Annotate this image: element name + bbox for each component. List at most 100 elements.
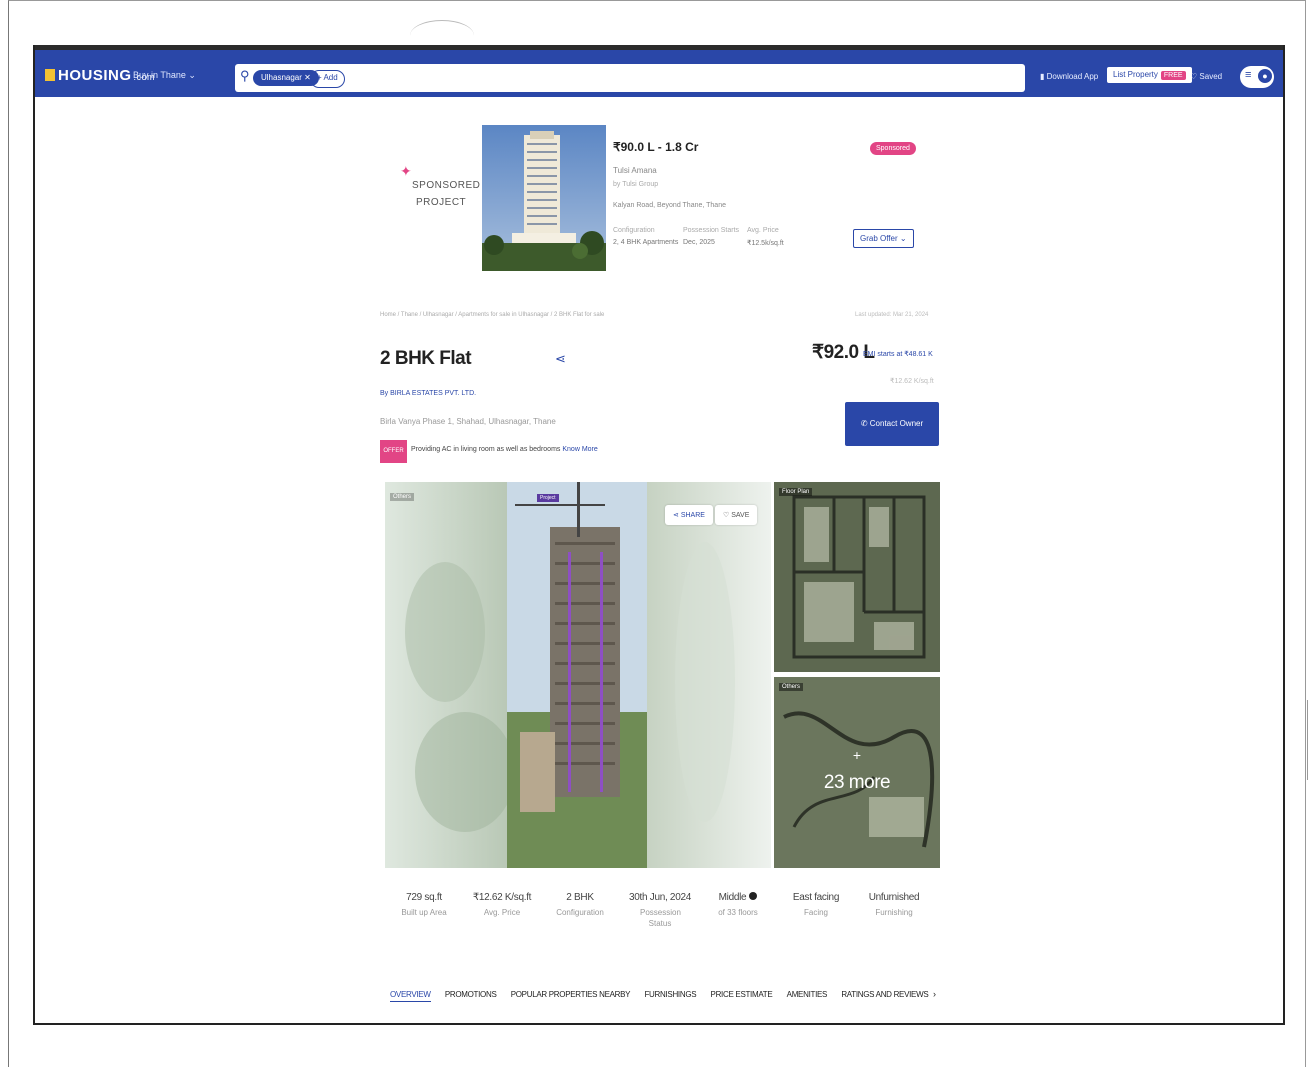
hamburger-icon: ≡ [1245,69,1252,81]
section-tabs: OVERVIEW PROMOTIONS POPULAR PROPERTIES N… [390,990,940,1002]
search-icon: ⚲ [240,68,250,83]
account-menu[interactable]: ≡ ● [1240,66,1274,88]
locality-chip[interactable]: Ulhasnagar ✕ [253,70,319,86]
fact-value-wrap: Middle [703,892,773,903]
sponsored-project-label: ✦ SPONSORED PROJECT [400,163,490,208]
fact-facing: East facing Facing [781,892,851,918]
sponsored-project-name[interactable]: Tulsi Amana [613,166,657,175]
free-badge: FREE [1160,71,1186,80]
sponsored-project-developer: by Tulsi Group [613,181,659,188]
stat-key: Avg. Price [747,227,779,234]
add-locality-chip[interactable]: + Add [310,70,345,88]
info-icon[interactable] [749,892,758,900]
key-facts-row: 729 sq.ft Built up Area ₹12.62 K/sq.ft A… [385,892,941,942]
sparkle-icon: ✦ [400,163,413,179]
top-nav-bar: HOUSING .com Buy in Thane ⌄ ⚲ Ulhasnagar … [35,45,1283,97]
phone-icon: ✆ [860,419,870,428]
contact-owner-label: Contact Owner [869,419,924,428]
list-property-button[interactable]: List Property FREE [1107,67,1192,83]
tab-furnishings[interactable]: FURNISHINGS [644,990,696,999]
stat-value: ₹12.5k/sq.ft [747,240,784,247]
share-label: SHARE [680,512,705,519]
download-app-link[interactable]: ▮ Download App [1040,72,1098,81]
gallery-floor-plan-thumb[interactable]: Floor Plan [774,482,940,672]
grab-offer-button[interactable]: Grab Offer ⌄ [853,229,914,248]
fact-value: East facing [792,892,840,903]
gallery-save-button[interactable]: ♡ SAVE [715,505,758,525]
sponsored-stat-avg-price: Avg. Price ₹12.5k/sq.ft [747,227,784,247]
page-title: 2 BHK Flat [380,348,472,369]
gallery-share-button[interactable]: ⋖ SHARE [665,505,713,525]
fact-value: 30th Jun, 2024 [629,892,691,903]
gallery-more-thumb[interactable]: Others + 23 more [774,677,940,868]
contact-owner-button[interactable]: ✆ Contact Owner [845,402,939,446]
fact-configuration: 2 BHK Configuration [545,892,615,918]
tab-popular-properties-nearby[interactable]: POPULAR PROPERTIES NEARBY [511,990,631,999]
breadcrumb[interactable]: Home / Thane / Ulhasnagar / Apartments f… [380,312,604,318]
offer-tag: OFFER [380,440,407,463]
more-plus-icon: + [852,747,862,763]
download-app-label: Download App [1046,72,1099,81]
emi-link[interactable]: EMI starts at ₹48.61 K [863,350,933,358]
offer-description: Providing AC in living room as well as b… [411,446,561,453]
fact-possession: 30th Jun, 2024 Possession Status [625,892,695,929]
sponsored-project-image[interactable] [482,125,606,271]
fact-label: Facing [803,908,828,917]
browser-screen: HOUSING .com Buy in Thane ⌄ ⚲ Ulhasnagar … [33,45,1285,1025]
tab-price-estimate[interactable]: PRICE ESTIMATE [711,990,773,999]
more-photos-count: 23 more [823,772,891,793]
frame-edge-mark [1307,700,1308,780]
sponsored-label-line2: PROJECT [416,197,467,208]
fact-furnishing: Unfurnished Furnishing [859,892,929,918]
fact-label: Configuration [556,908,604,917]
floor-plan-tag: Floor Plan [779,488,813,496]
fact-label: Built up Area [401,908,447,917]
heart-icon: ♡ [723,512,732,519]
construction-photo [385,482,771,868]
gallery-category-tag: Others [390,493,415,501]
share-icon[interactable]: ⋖ [555,351,566,367]
logo-mark-icon [45,69,55,81]
sponsored-project-location: Kalyan Road, Beyond Thane, Thane [613,202,726,209]
stat-key: Possession Starts [683,227,740,234]
tab-overview[interactable]: OVERVIEW [390,990,431,1002]
fact-value: Unfurnished [868,892,920,903]
others-tag: Others [779,683,804,691]
tab-ratings-and-reviews[interactable]: RATINGS AND REVIEWS [841,990,928,999]
share-icon: ⋖ [673,512,681,519]
offer-text: Providing AC in living room as well as b… [411,446,598,453]
fact-label: Possession Status [640,908,681,928]
tab-amenities[interactable]: AMENITIES [787,990,828,999]
logo-text: HOUSING [58,67,132,84]
fact-label: of 33 floors [718,908,758,917]
tab-promotions[interactable]: PROMOTIONS [445,990,497,999]
stat-key: Configuration [613,227,655,234]
stat-value: Dec, 2025 [683,239,715,246]
price-per-sqft: ₹12.62 K/sq.ft [890,378,934,385]
fact-value: 729 sq.ft [406,892,442,903]
fact-value: ₹12.62 K/sq.ft [472,892,532,903]
sponsored-label-line1: SPONSORED [412,180,481,191]
know-more-link[interactable]: Know More [562,446,597,453]
save-label: SAVE [731,512,750,519]
list-property-label: List Property [1113,70,1158,79]
tabs-next-chevron-icon[interactable]: › [933,989,936,999]
developer-link[interactable]: By BIRLA ESTATES PVT. LTD. [380,390,476,397]
sponsored-stat-possession: Possession Starts Dec, 2025 [683,227,739,246]
sponsored-badge: Sponsored [870,142,916,155]
saved-link[interactable]: ♡ Saved [1190,72,1222,81]
stat-value: 2, 4 BHK Apartments [613,239,679,246]
gallery-main-image[interactable]: Others Project ⋖ SHARE ♡ SAVE [385,482,771,868]
fact-label: Avg. Price [483,908,521,917]
fact-built-up-area: 729 sq.ft Built up Area [389,892,459,918]
city-selector[interactable]: Buy in Thane ⌄ [133,70,196,81]
sponsored-price-range: ₹90.0 L - 1.8 Cr [613,140,699,154]
fact-value: 2 BHK [566,892,594,903]
floor-plan-image [774,482,940,672]
gallery-project-tag: Project [537,494,559,502]
sponsored-stat-configuration: Configuration 2, 4 BHK Apartments [613,227,678,246]
fact-value: Middle [718,892,747,903]
search-bar[interactable]: ⚲ Ulhasnagar ✕ + Add [235,64,1025,92]
building-render-image [482,125,606,271]
fact-label: Furnishing [875,908,913,917]
